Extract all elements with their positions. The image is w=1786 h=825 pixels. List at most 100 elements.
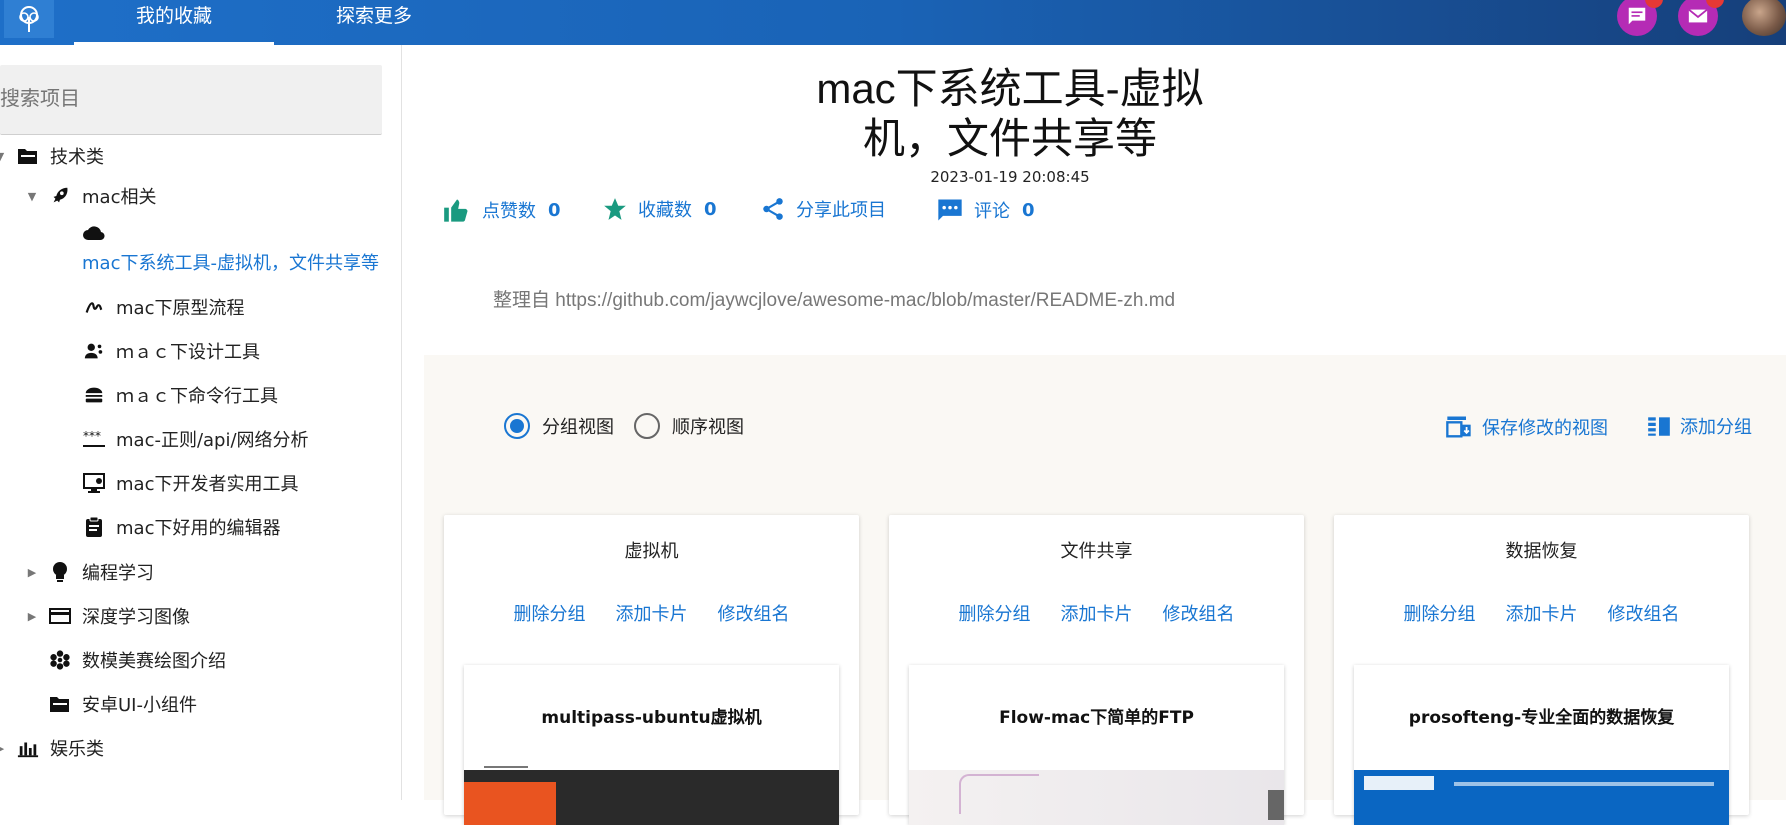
messages-button[interactable] xyxy=(1617,0,1663,36)
comment-icon xyxy=(936,196,964,224)
tree-label: 数模美赛绘图介绍 xyxy=(82,651,226,672)
chat-icon xyxy=(1628,7,1646,25)
tree-label: mac-正则/api/网络分析 xyxy=(116,430,309,451)
project-card[interactable]: prosofteng-专业全面的数据恢复 xyxy=(1354,665,1729,825)
tree-label: ｍａｃ下设计工具 xyxy=(116,342,260,363)
tab-label: 探索更多 xyxy=(335,5,412,27)
share-button[interactable]: 分享此项目 xyxy=(760,196,886,222)
title-line-1: mac下系统工具-虚拟 xyxy=(816,65,1204,112)
clipboard-icon xyxy=(82,515,106,539)
save-view-button[interactable]: 保存修改的视图 xyxy=(1444,413,1608,441)
like-label: 点赞数 xyxy=(482,201,536,222)
card-thumbnail xyxy=(909,770,1284,825)
radio-label: 分组视图 xyxy=(542,417,614,438)
add-card-button[interactable]: 添加卡片 xyxy=(616,600,688,626)
folder-icon xyxy=(48,692,72,716)
favorite-label: 收藏数 xyxy=(638,200,692,221)
publish-date: 2023-01-19 20:08:45 xyxy=(930,168,1090,186)
tree-item-cli-tools[interactable]: ｍａｃ下命令行工具 xyxy=(82,382,278,408)
tree-item-entertainment[interactable]: ▶ 娱乐类 xyxy=(0,735,104,761)
save-view-icon xyxy=(1444,413,1474,441)
tree-item-tech[interactable]: ▼ 技术类 xyxy=(0,143,104,169)
group-title: 数据恢复 xyxy=(1505,541,1578,562)
tree-label: mac下开发者实用工具 xyxy=(116,474,299,495)
tree-item-android-ui[interactable]: 安卓UI-小组件 xyxy=(48,691,197,717)
page-title: mac下系统工具-虚拟 机，文件共享等 xyxy=(780,64,1240,164)
radio-unchecked-icon[interactable] xyxy=(634,413,660,439)
share-label: 分享此项目 xyxy=(796,200,886,221)
like-button[interactable]: 点赞数 0 xyxy=(442,196,561,224)
add-card-button[interactable]: 添加卡片 xyxy=(1061,600,1133,626)
gesture-icon xyxy=(82,295,106,319)
tab-label: 我的收藏 xyxy=(135,5,212,27)
tree-item-system-tools[interactable]: mac下系统工具-虚拟机，文件共享等 xyxy=(82,221,379,275)
tree-label: 技术类 xyxy=(50,147,104,168)
card-icon xyxy=(48,604,72,628)
tab-explore-more[interactable]: 探索更多 xyxy=(274,0,474,45)
tree-item-math-modeling[interactable]: 数模美赛绘图介绍 xyxy=(48,647,226,673)
group-title: 文件共享 xyxy=(1060,541,1133,562)
share-icon xyxy=(760,196,786,222)
tree-label: 深度学习图像 xyxy=(82,607,190,628)
tree-item-prototype[interactable]: mac下原型流程 xyxy=(82,294,244,320)
delete-group-button[interactable]: 删除分组 xyxy=(1404,600,1476,626)
favorite-button[interactable]: 收藏数 0 xyxy=(602,196,717,222)
tree-label: mac下系统工具-虚拟机，文件共享等 xyxy=(82,253,379,274)
radio-checked-icon[interactable] xyxy=(504,413,530,439)
add-group-label: 添加分组 xyxy=(1680,417,1752,438)
like-count: 0 xyxy=(548,199,561,221)
password-icon: *** xyxy=(82,427,106,451)
collapsed-arrow-icon[interactable]: ▶ xyxy=(26,610,38,623)
fastfood-icon xyxy=(82,383,106,407)
people-icon xyxy=(82,339,106,363)
delete-group-button[interactable]: 删除分组 xyxy=(514,600,586,626)
rename-group-button[interactable]: 修改组名 xyxy=(1163,600,1235,626)
tree-logo-icon[interactable] xyxy=(4,0,54,38)
save-view-label: 保存修改的视图 xyxy=(1482,418,1608,439)
card-thumbnail xyxy=(1354,770,1729,825)
tab-my-favorites[interactable]: 我的收藏 xyxy=(74,0,274,45)
tree-item-programming[interactable]: ▶ 编程学习 xyxy=(26,559,154,585)
tree-item-design-tools[interactable]: ｍａｃ下设计工具 xyxy=(82,338,260,364)
mail-button[interactable] xyxy=(1678,0,1724,36)
radio-sequential-view[interactable]: 顺序视图 xyxy=(634,413,744,439)
comment-label: 评论 xyxy=(974,201,1010,222)
delete-group-button[interactable]: 删除分组 xyxy=(959,600,1031,626)
project-card[interactable]: multipass-ubuntu虚拟机 xyxy=(464,665,839,825)
top-app-bar: 我的收藏 探索更多 xyxy=(0,0,1786,45)
comment-button[interactable]: 评论 0 xyxy=(936,196,1035,224)
avatar[interactable] xyxy=(1742,0,1786,36)
group-actions: 删除分组 添加卡片 修改组名 xyxy=(444,600,859,626)
project-card[interactable]: Flow-mac下简单的FTP xyxy=(909,665,1284,825)
view-column-icon xyxy=(1646,413,1672,439)
rename-group-button[interactable]: 修改组名 xyxy=(1608,600,1680,626)
group-column: 数据恢复 删除分组 添加卡片 修改组名 prosofteng-专业全面的数据恢复 xyxy=(1334,515,1749,825)
add-group-button[interactable]: 添加分组 xyxy=(1646,413,1752,439)
group-column: 虚拟机 删除分组 添加卡片 修改组名 multipass-ubuntu虚拟机 xyxy=(444,515,859,825)
sidebar: ▼ 技术类 ▼ mac相关 mac下系统工具-虚拟机，文件共享等 mac下原型流… xyxy=(0,45,402,800)
expanded-arrow-icon[interactable]: ▼ xyxy=(0,150,6,163)
card-title: multipass-ubuntu虚拟机 xyxy=(541,708,762,728)
rename-group-button[interactable]: 修改组名 xyxy=(718,600,790,626)
add-card-button[interactable]: 添加卡片 xyxy=(1506,600,1578,626)
tree-item-editors[interactable]: mac下好用的编辑器 xyxy=(82,514,280,540)
cloud-icon xyxy=(82,221,106,245)
radio-grouped-view[interactable]: 分组视图 xyxy=(504,413,614,439)
tree-item-deep-learning[interactable]: ▶ 深度学习图像 xyxy=(26,603,190,629)
tree-item-dev-tools[interactable]: mac下开发者实用工具 xyxy=(82,470,298,496)
source-link[interactable]: https://github.com/jaywcjlove/awesome-ma… xyxy=(555,290,1175,311)
tree-label: 娱乐类 xyxy=(50,739,104,760)
tree-label: mac下原型流程 xyxy=(116,298,245,319)
source-prefix: 整理自 xyxy=(493,290,551,311)
search-input[interactable] xyxy=(0,65,382,134)
collapsed-arrow-icon[interactable]: ▶ xyxy=(0,742,6,755)
tree-label: 安卓UI-小组件 xyxy=(82,695,197,716)
collapsed-arrow-icon[interactable]: ▶ xyxy=(26,566,38,579)
tree-item-mac[interactable]: ▼ mac相关 xyxy=(26,183,157,209)
tree-item-regex-api[interactable]: *** mac-正则/api/网络分析 xyxy=(82,426,309,452)
expanded-arrow-icon[interactable]: ▼ xyxy=(26,190,38,203)
chart-icon xyxy=(16,736,40,760)
lightbulb-icon xyxy=(48,560,72,584)
card-board: 分组视图 顺序视图 保存修改的视图 添加分组 虚拟机 删除分组 添加卡片 修改组… xyxy=(424,355,1786,825)
tree-label: ｍａｃ下命令行工具 xyxy=(116,386,278,407)
